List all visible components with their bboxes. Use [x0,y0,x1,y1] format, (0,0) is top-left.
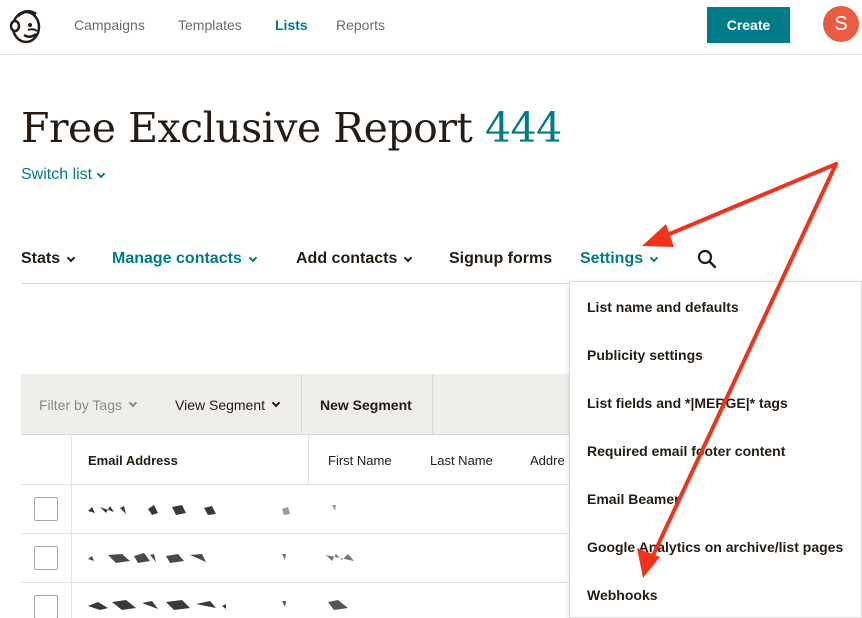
subnav-stats-label: Stats [21,250,61,267]
toolbar-divider [432,374,433,435]
subnav-add-contacts-label: Add contacts [296,250,398,267]
toolbar-divider [301,374,302,435]
view-segment-label: View Segment [175,396,266,413]
nav-reports[interactable]: Reports [336,17,385,33]
new-segment-label: New Segment [320,396,412,413]
mailchimp-logo-icon[interactable] [6,6,46,46]
create-button[interactable]: Create [707,7,790,43]
subnav-settings[interactable]: Settings [580,250,659,268]
new-segment-button[interactable]: New Segment [304,374,428,435]
column-header-first-name[interactable]: First Name [328,453,392,468]
row-checkbox[interactable] [34,497,58,521]
menu-item-webhooks[interactable]: Webhooks [587,587,658,603]
subnav-signup-forms-label: Signup forms [449,250,553,267]
row-checkbox[interactable] [34,595,58,618]
switch-list-label: Switch list [21,166,93,183]
column-divider [71,435,72,618]
subnav-signup-forms[interactable]: Signup forms [449,250,552,268]
row-checkbox[interactable] [34,546,58,570]
subnav-manage-contacts[interactable]: Manage contacts [112,250,258,268]
page-title: Free Exclusive Report 444 [21,104,562,152]
list-subnav: Stats Manage contacts Add contacts Signu… [21,240,861,284]
chevron-down-icon [66,253,76,262]
subnav-add-contacts[interactable]: Add contacts [296,250,413,268]
search-icon[interactable] [696,248,718,270]
subnav-stats[interactable]: Stats [21,250,76,268]
filter-by-tags-label: Filter by Tags [39,396,122,413]
nav-lists[interactable]: Lists [275,17,308,33]
settings-dropdown-menu: List name and defaults Publicity setting… [569,281,862,618]
user-avatar[interactable]: S [823,6,859,42]
menu-item-required-email-footer[interactable]: Required email footer content [587,443,785,459]
list-name: Free Exclusive Report [21,104,473,152]
menu-item-publicity-settings[interactable]: Publicity settings [587,347,703,363]
row-divider [21,582,581,583]
view-segment-dropdown[interactable]: View Segment [159,374,295,435]
menu-item-list-fields-merge-tags[interactable]: List fields and *|MERGE|* tags [587,395,788,411]
redacted-email [88,505,336,515]
chevron-down-icon [248,253,258,262]
menu-item-email-beamer[interactable]: Email Beamer [587,491,680,507]
row-divider [21,533,581,534]
nav-templates[interactable]: Templates [178,17,242,33]
menu-item-google-analytics[interactable]: Google Analytics on archive/list pages [587,539,843,555]
column-header-email[interactable]: Email Address [88,453,178,468]
list-count: 444 [484,104,562,152]
chevron-down-icon [404,253,413,262]
chevron-down-icon [96,169,106,178]
nav-campaigns[interactable]: Campaigns [74,17,145,33]
chevron-down-icon [271,398,281,408]
chevron-down-icon [649,253,659,262]
filter-by-tags-dropdown[interactable]: Filter by Tags [23,374,152,435]
subnav-manage-contacts-label: Manage contacts [112,250,242,267]
chevron-down-icon [128,398,138,408]
redacted-email [88,553,354,563]
contacts-table: Email Address First Name Last Name Addre [21,435,581,618]
menu-item-list-name-defaults[interactable]: List name and defaults [587,299,739,315]
segment-toolbar: Filter by Tags View Segment New Segment [21,374,581,435]
column-header-address[interactable]: Addre [530,453,565,468]
column-header-last-name[interactable]: Last Name [430,453,493,468]
switch-list-dropdown[interactable]: Switch list [21,166,106,184]
column-divider [308,435,309,484]
subnav-settings-label: Settings [580,250,644,267]
redacted-email [88,600,348,610]
row-divider [21,484,581,485]
top-navigation: Campaigns Templates Lists Reports Create… [0,0,862,55]
